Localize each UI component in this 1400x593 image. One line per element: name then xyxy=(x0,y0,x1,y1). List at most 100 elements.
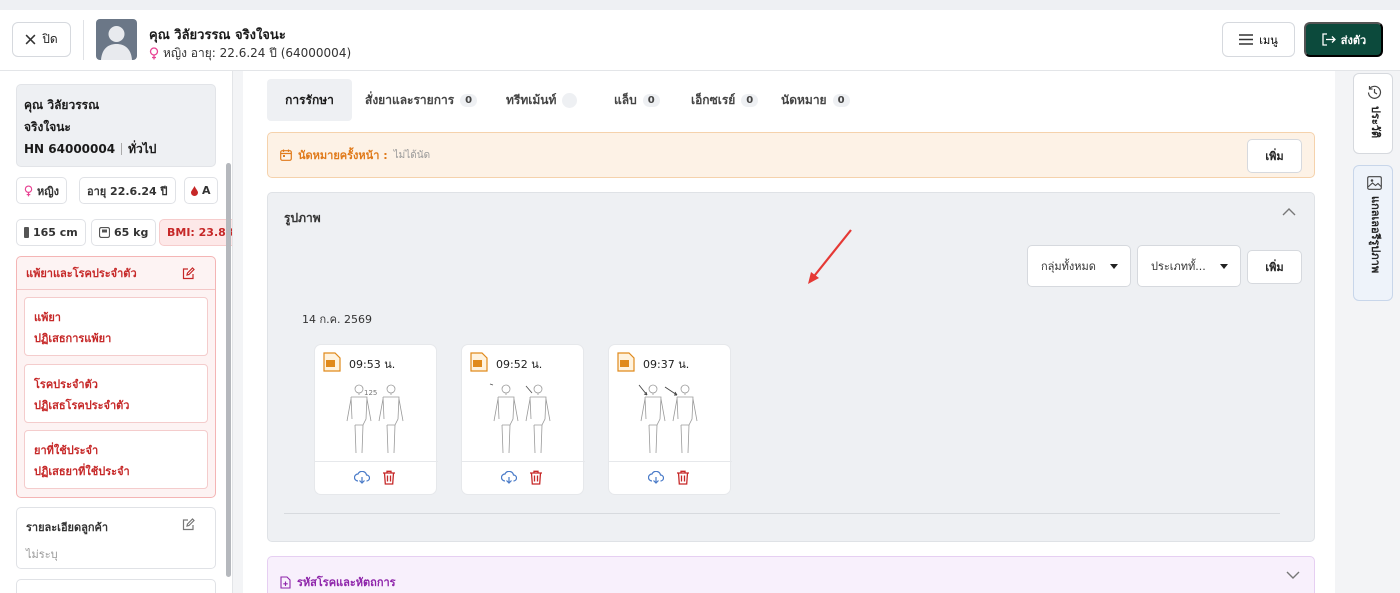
patient-type: ทั่วไป xyxy=(128,142,157,156)
image-time: 09:52 น. xyxy=(496,358,543,371)
tab-treatments[interactable]: ทรีทเม้นท์ xyxy=(492,79,600,121)
regular-medication-box: ยาที่ใช้ประจำ ปฏิเสธยาที่ใช้ประจำ xyxy=(24,430,208,489)
female-icon xyxy=(149,47,159,60)
file-image-icon xyxy=(470,352,488,372)
image-time: 09:53 น. xyxy=(349,358,396,371)
tab-label: แล็บ xyxy=(614,92,637,107)
tab-appointments[interactable]: นัดหมาย 0 xyxy=(775,79,865,121)
next-appointment-label: นัดหมายครั้งหน้า : xyxy=(298,149,388,162)
gender-text: หญิง xyxy=(37,184,59,198)
history-button[interactable]: ประวัติ xyxy=(1353,73,1393,154)
add-image-button[interactable]: เพิ่ม xyxy=(1247,250,1302,284)
tab-treatment[interactable]: การรักษา xyxy=(267,79,352,121)
patient-name: คุณ วิลัยวรรณ จริงใจนะ xyxy=(149,28,286,43)
download-cloud-icon[interactable] xyxy=(354,471,370,484)
send-label: ส่งตัว xyxy=(1340,34,1367,47)
file-medical-icon xyxy=(280,575,291,589)
file-image-icon xyxy=(617,352,635,372)
images-title: รูปภาพ xyxy=(284,211,321,225)
red-arrow-annotation xyxy=(808,229,852,284)
trash-icon[interactable] xyxy=(529,470,543,485)
file-image-icon xyxy=(323,352,341,372)
next-appointment-bar: นัดหมายครั้งหน้า : ไม่ได้นัด เพิ่ม xyxy=(267,132,1315,178)
tab-label: สั่งยาและรายการ xyxy=(365,92,455,107)
bmi-text: BMI: 23.88 xyxy=(167,226,233,239)
chronic-disease-box: โรคประจำตัว ปฏิเสธโรคประจำตัว xyxy=(24,364,208,423)
right-rail: ประวัติ แกลเลอรีรูปภาพ xyxy=(1345,71,1400,593)
weight-chip: 65 kg xyxy=(91,219,157,246)
blood-drop-icon xyxy=(191,185,198,196)
edit-icon[interactable] xyxy=(182,266,195,280)
bmi-chip: BMI: 23.88 xyxy=(159,219,233,246)
close-button[interactable]: ปิด xyxy=(12,22,71,57)
sidebar-scrollbar[interactable] xyxy=(226,163,231,577)
image-card[interactable]: 09:52 น. xyxy=(461,344,585,495)
caret-down-icon xyxy=(1110,263,1118,269)
tab-label: ทรีทเม้นท์ xyxy=(506,92,557,107)
diagnosis-panel[interactable]: รหัสโรคและหัตถการ xyxy=(267,556,1315,593)
card-divider xyxy=(609,461,732,462)
tab-label: นัดหมาย xyxy=(781,92,827,107)
person-icon xyxy=(101,26,132,60)
group-filter-select[interactable]: กลุ่มทั้งหมด xyxy=(1027,245,1131,287)
body-chart-thumbnail xyxy=(489,383,551,454)
tab-xray[interactable]: เอ็กซเรย์ 0 xyxy=(680,79,775,121)
trash-icon[interactable] xyxy=(382,470,396,485)
gallery-button[interactable]: แกลเลอรีรูปภาพ xyxy=(1353,165,1393,301)
caret-down-icon xyxy=(1220,263,1228,269)
age-text: อายุ 22.6.24 ปี xyxy=(87,184,168,198)
allergy-header: แพ้ยาและโรคประจำตัว xyxy=(17,257,215,290)
tab-prescriptions[interactable]: สั่งยาและรายการ 0 xyxy=(352,79,492,121)
images-divider xyxy=(284,513,1280,514)
tab-count: 0 xyxy=(460,93,478,107)
image-icon xyxy=(1367,176,1382,190)
tab-count xyxy=(562,92,578,108)
tab-lab[interactable]: แล็บ 0 xyxy=(600,79,680,121)
patient-info-text: หญิง อายุ: 22.6.24 ปี (64000004) xyxy=(163,46,352,60)
patient-card: คุณ วิลัยวรรณ จริงใจนะ HN 64000004 ทั่วไ… xyxy=(16,84,216,167)
avatar xyxy=(96,19,137,60)
height-text: 165 cm xyxy=(33,226,78,239)
menu-button[interactable]: เมนู xyxy=(1222,22,1295,57)
calendar-icon xyxy=(280,149,292,161)
type-filter-select[interactable]: ประเภททั้... xyxy=(1137,245,1241,287)
patient-card-name-1: คุณ วิลัยวรรณ xyxy=(24,98,100,112)
allergy-drug-box: แพ้ยา ปฏิเสธการแพ้ยา xyxy=(24,297,208,356)
exit-arrow-icon xyxy=(1322,33,1336,46)
patient-header: ปิด คุณ วิลัยวรรณ จริงใจนะ หญิง อายุ: 22… xyxy=(0,10,1400,71)
gender-chip: หญิง xyxy=(16,177,67,204)
hamburger-icon xyxy=(1239,34,1254,45)
close-icon xyxy=(25,34,36,45)
chevron-up-icon[interactable] xyxy=(1282,207,1296,216)
card-divider xyxy=(462,461,585,462)
patient-card-hn: HN 64000004 ทั่วไป xyxy=(24,138,208,160)
tab-label: การรักษา xyxy=(285,92,334,107)
download-cloud-icon[interactable] xyxy=(501,471,517,484)
allergy-panel: แพ้ยาและโรคประจำตัว แพ้ยา ปฏิเสธการแพ้ยา… xyxy=(16,256,216,498)
image-card[interactable]: 09:53 น. 125 xyxy=(314,344,438,495)
send-button[interactable]: ส่งตัว xyxy=(1304,22,1383,57)
tab-count: 0 xyxy=(741,93,759,107)
svg-text:125: 125 xyxy=(364,389,377,397)
regular-medication-value: ปฏิเสธยาที่ใช้ประจำ xyxy=(34,465,130,478)
diagnosis-title: รหัสโรคและหัตถการ xyxy=(297,576,396,589)
image-card[interactable]: 09:37 น. xyxy=(608,344,732,495)
age-chip: อายุ 22.6.24 ปี xyxy=(79,177,176,204)
tab-label: เอ็กซเรย์ xyxy=(691,92,736,107)
image-date: 14 ก.ค. 2569 xyxy=(302,313,372,326)
trash-icon[interactable] xyxy=(676,470,690,485)
patient-info: หญิง อายุ: 22.6.24 ปี (64000004) xyxy=(149,44,351,63)
tab-count: 0 xyxy=(832,93,850,107)
regular-medication-title: ยาที่ใช้ประจำ xyxy=(34,444,99,457)
hn-divider xyxy=(121,143,123,155)
hn-value: HN 64000004 xyxy=(24,142,116,156)
add-appointment-button[interactable]: เพิ่ม xyxy=(1247,139,1302,173)
blood-text: A xyxy=(202,184,211,197)
edit-icon[interactable] xyxy=(182,518,195,531)
download-cloud-icon[interactable] xyxy=(648,471,664,484)
chevron-down-icon[interactable] xyxy=(1286,571,1300,580)
body-chart-thumbnail xyxy=(638,384,698,454)
customer-detail-panel: รายละเอียดลูกค้า ไม่ระบุ xyxy=(16,507,216,569)
blood-chip: A xyxy=(184,177,218,204)
sidebar-next-panel xyxy=(16,579,216,593)
